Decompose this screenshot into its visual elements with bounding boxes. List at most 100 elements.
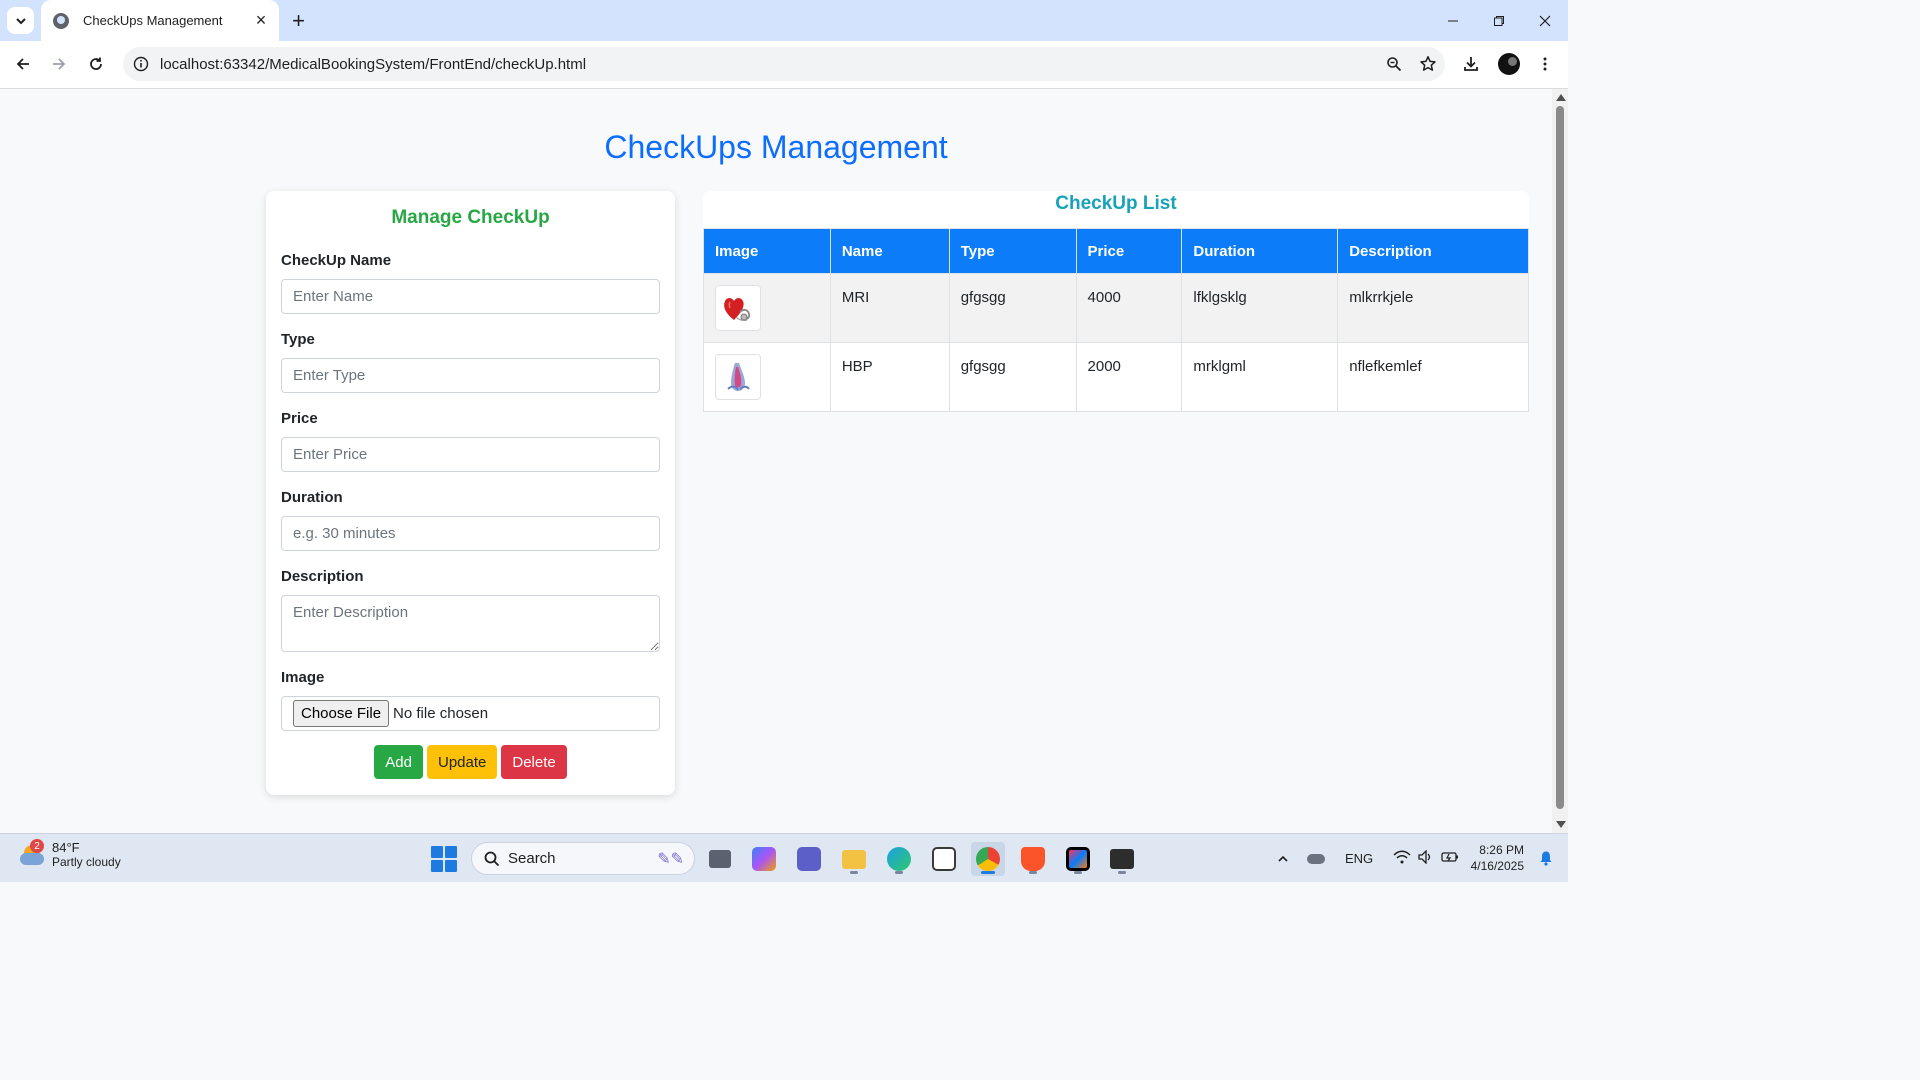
close-window-button[interactable] xyxy=(1522,0,1568,41)
description-textarea[interactable] xyxy=(281,595,660,652)
weather-badge: 2 xyxy=(30,839,44,853)
minimize-icon xyxy=(1448,20,1458,21)
avatar xyxy=(1498,53,1520,75)
page-scrollbar[interactable] xyxy=(1552,89,1568,833)
duration-label: Duration xyxy=(281,489,343,506)
intellij-app[interactable] xyxy=(1061,842,1095,876)
restore-button[interactable] xyxy=(1476,0,1522,41)
back-button[interactable] xyxy=(8,49,38,79)
page-viewport: CheckUps Management Manage CheckUp Check… xyxy=(0,89,1552,833)
column-header: Name xyxy=(829,228,950,274)
tab-title: CheckUps Management xyxy=(83,13,223,28)
type-input[interactable] xyxy=(281,358,660,393)
address-bar[interactable]: localhost:63342/MedicalBookingSystem/Fro… xyxy=(123,47,1445,81)
add-button[interactable]: Add xyxy=(374,745,423,779)
taskbar-search[interactable]: Search ✎✎ xyxy=(471,842,695,875)
scroll-thumb[interactable] xyxy=(1556,106,1564,809)
price-input[interactable] xyxy=(281,437,660,472)
search-icon xyxy=(484,851,500,866)
close-icon xyxy=(1539,15,1551,26)
price-cell: 4000 xyxy=(1075,273,1183,343)
task-view-app[interactable] xyxy=(703,842,737,876)
battery-icon[interactable] xyxy=(1441,851,1459,866)
close-tab-icon[interactable]: × xyxy=(251,10,271,31)
type-label: Type xyxy=(281,331,315,348)
duration-cell: lfklgsklg xyxy=(1181,273,1339,343)
zoom-icon[interactable] xyxy=(1377,47,1411,81)
name-input[interactable] xyxy=(281,279,660,314)
clock-date: 4/16/2025 xyxy=(1470,859,1524,873)
partly-cloudy-icon: 2 xyxy=(18,839,46,869)
image-file-input[interactable]: Choose File No file chosen xyxy=(281,696,660,731)
clock-time: 8:26 PM xyxy=(1479,843,1524,857)
store-app[interactable] xyxy=(927,842,961,876)
copilot-app[interactable] xyxy=(747,842,781,876)
reload-button[interactable] xyxy=(81,49,111,79)
intellij-icon xyxy=(1066,847,1090,871)
manage-checkup-form: Manage CheckUp CheckUp Name Type Price D… xyxy=(266,191,675,795)
teams-icon xyxy=(797,847,821,871)
image-cell xyxy=(703,273,831,343)
scroll-down-icon[interactable] xyxy=(1556,821,1566,828)
chrome-icon xyxy=(976,847,1000,871)
chevron-up-icon[interactable] xyxy=(1273,853,1293,865)
search-highlight-icon: ✎✎ xyxy=(657,850,684,868)
browser-tab[interactable]: CheckUps Management × xyxy=(41,0,279,41)
task-view-icon xyxy=(709,850,731,868)
heart-stethoscope-icon xyxy=(715,285,761,331)
update-button[interactable]: Update xyxy=(426,745,498,779)
volume-icon[interactable] xyxy=(1417,849,1433,867)
wifi-icon[interactable] xyxy=(1393,850,1411,867)
duration-input[interactable] xyxy=(281,516,660,551)
windows-start-icon[interactable] xyxy=(431,846,457,872)
terminal-icon xyxy=(1110,849,1134,869)
restore-icon xyxy=(1494,15,1504,26)
form-actions: Add Update Delete xyxy=(266,745,675,779)
notification-bell-icon[interactable] xyxy=(1538,850,1554,871)
column-header: Price xyxy=(1075,228,1183,274)
file-explorer-app[interactable] xyxy=(837,842,871,876)
table-row[interactable]: MRI gfgsgg 4000 lfklgsklg mlkrrkjele xyxy=(703,273,1529,343)
system-clock[interactable]: 8:26 PM 4/16/2025 xyxy=(1471,842,1524,874)
downloads-button[interactable] xyxy=(1456,49,1486,79)
name-cell: MRI xyxy=(829,273,950,343)
onedrive-cloud-icon[interactable] xyxy=(1307,853,1325,864)
store-icon xyxy=(932,847,956,871)
chrome-app[interactable] xyxy=(971,842,1005,876)
url-text[interactable]: localhost:63342/MedicalBookingSystem/Fro… xyxy=(160,56,1377,73)
weather-widget[interactable]: 2 84°F Partly cloudy xyxy=(18,839,121,870)
back-arrow-icon xyxy=(16,58,29,70)
scroll-up-icon[interactable] xyxy=(1556,94,1566,101)
edge-app[interactable] xyxy=(882,842,916,876)
table-row[interactable]: HBP gfgsgg 2000 mrklgml nflefkemlef xyxy=(703,342,1529,412)
checkup-table: Image Name Type Price Duration Descripti… xyxy=(703,228,1529,412)
browser-menu-button[interactable] xyxy=(1530,49,1560,79)
brave-lion-icon xyxy=(1021,847,1045,871)
teams-app[interactable] xyxy=(792,842,826,876)
new-tab-button[interactable]: + xyxy=(286,8,311,33)
image-cell xyxy=(703,342,831,412)
site-info-icon[interactable] xyxy=(124,56,158,72)
bookmark-star-icon[interactable] xyxy=(1411,47,1445,81)
profile-button[interactable] xyxy=(1494,49,1524,79)
delete-button[interactable]: Delete xyxy=(501,745,567,779)
list-title: CheckUp List xyxy=(1055,193,1177,214)
price-label: Price xyxy=(281,410,318,427)
duration-cell: mrklgml xyxy=(1181,342,1339,412)
language-indicator[interactable]: ENG xyxy=(1345,851,1373,866)
blood-pressure-icon xyxy=(715,354,761,400)
download-icon xyxy=(1464,57,1478,71)
minimize-button[interactable] xyxy=(1430,0,1476,41)
choose-file-button[interactable]: Choose File xyxy=(293,700,390,727)
forward-button[interactable] xyxy=(44,49,74,79)
type-cell: gfgsgg xyxy=(948,342,1077,412)
weather-description: Partly cloudy xyxy=(52,855,121,869)
copilot-icon xyxy=(752,847,776,871)
terminal-app[interactable] xyxy=(1105,842,1139,876)
image-label: Image xyxy=(281,669,325,686)
price-cell: 2000 xyxy=(1075,342,1183,412)
globe-icon xyxy=(53,12,69,29)
type-cell: gfgsgg xyxy=(948,273,1077,343)
brave-app[interactable] xyxy=(1016,842,1050,876)
tab-search-button[interactable] xyxy=(7,7,34,34)
